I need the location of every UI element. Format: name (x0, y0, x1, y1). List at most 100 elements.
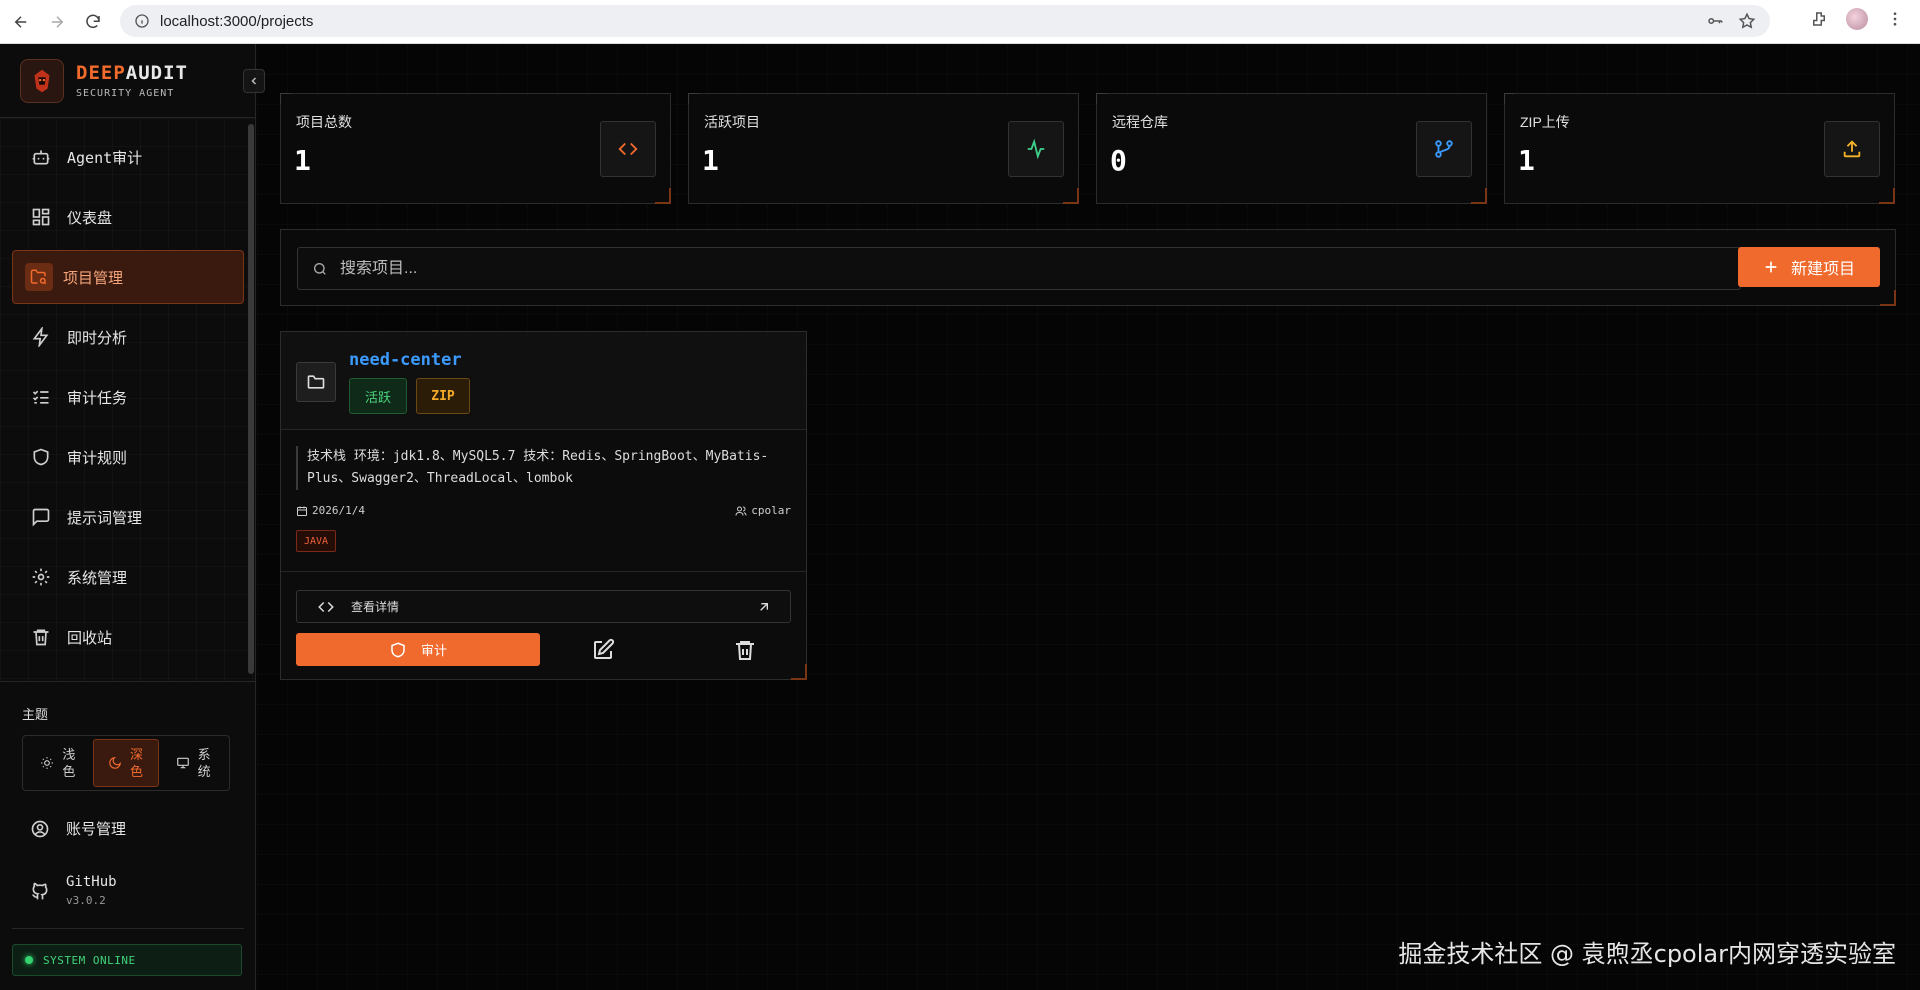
sidebar-item-audit-rules[interactable]: 审计规则 (12, 430, 244, 484)
stat-card-zip-uploads: ZIP上传 1 (1504, 93, 1895, 204)
extensions-icon[interactable] (1810, 10, 1828, 28)
folder-search-icon (30, 269, 47, 285)
stat-label: ZIP上传 (1520, 114, 1570, 130)
moon-icon (109, 756, 122, 769)
version-label: v3.0.2 (66, 894, 106, 907)
watermark-text: 掘金技术社区 @ 袁煦丞cpolar内网穿透实验室 (1398, 940, 1896, 968)
source-badge: ZIP (416, 378, 470, 414)
browser-toolbar: localhost:3000/projects (0, 0, 1920, 44)
audit-button[interactable]: 审计 (296, 633, 540, 666)
sidebar-item-label: 审计任务 (67, 388, 128, 407)
project-card-header: need-center 活跃 ZIP (281, 332, 806, 430)
address-bar[interactable]: localhost:3000/projects (120, 5, 1770, 37)
git-branch-icon (1435, 140, 1453, 158)
folder-search-icon-box (25, 263, 53, 291)
stat-icon-box (600, 121, 656, 177)
sidebar-item-projects[interactable]: 项目管理 (12, 250, 244, 304)
reload-button[interactable] (78, 7, 108, 37)
upload-icon (1843, 140, 1861, 158)
sidebar-item-instant-analysis[interactable]: 即时分析 (12, 310, 244, 364)
zap-icon (32, 327, 49, 347)
sidebar-item-label: 项目管理 (63, 268, 124, 287)
sidebar-item-label: Agent审计 (67, 148, 143, 167)
users-icon (735, 506, 747, 516)
account-label: 账号管理 (66, 820, 127, 838)
sun-icon (41, 757, 54, 769)
sidebar-item-audit-tasks[interactable]: 审计任务 (12, 370, 244, 424)
shield-icon (391, 641, 405, 658)
stat-icon-box (1824, 121, 1880, 177)
search-input[interactable] (340, 259, 1720, 278)
sidebar-item-label: 审计规则 (67, 448, 128, 467)
calendar-icon (297, 506, 307, 516)
project-name[interactable]: need-center (349, 350, 462, 370)
stat-card-active-projects: 活跃项目 1 (688, 93, 1079, 204)
theme-option-light[interactable]: 浅色 (26, 739, 91, 787)
account-management-link[interactable]: 账号管理 (30, 818, 126, 839)
brand-header: DEEPAUDIT SECURITY AGENT (0, 44, 265, 118)
sidebar-item-dashboard[interactable]: 仪表盘 (12, 190, 244, 244)
sidebar-item-recycle-bin[interactable]: 回收站 (12, 610, 244, 664)
search-panel: 新建项目 (280, 229, 1896, 306)
system-status-text: SYSTEM ONLINE (43, 953, 136, 967)
search-box[interactable] (297, 247, 1741, 290)
sidebar-item-system[interactable]: 系统管理 (12, 550, 244, 604)
project-folder-icon-box (296, 362, 336, 402)
arrow-right-icon (51, 15, 64, 28)
stat-icon-box (1008, 121, 1064, 177)
monitor-icon (176, 757, 189, 769)
info-icon (135, 14, 149, 28)
theme-option-dark[interactable]: 深色 (92, 739, 160, 787)
forward-button[interactable] (42, 7, 72, 37)
back-button[interactable] (6, 7, 36, 37)
stat-label: 项目总数 (296, 114, 352, 130)
new-project-label: 新建项目 (1790, 261, 1855, 278)
search-icon (314, 262, 326, 275)
stat-value: 1 (702, 144, 719, 177)
sidebar-item-label: 系统管理 (67, 568, 128, 587)
sidebar-item-agent-audit[interactable]: Agent审计 (12, 130, 244, 184)
github-label: GitHub (66, 874, 117, 890)
stat-icon-box (1416, 121, 1472, 177)
app-logo (20, 58, 64, 103)
theme-option-label: 深色 (130, 747, 144, 779)
code-icon (318, 601, 334, 612)
message-square-icon (32, 508, 50, 527)
sidebar-scrollbar[interactable] (248, 124, 254, 674)
brand-name: DEEPAUDIT (76, 62, 188, 84)
theme-title: 主题 (22, 707, 49, 722)
theme-option-label: 浅色 (62, 747, 76, 779)
theme-section: 主题 浅色 深色 系统 (0, 704, 256, 791)
audit-label: 审计 (420, 643, 447, 658)
star-icon[interactable] (1738, 12, 1756, 30)
theme-option-label: 系统 (197, 747, 211, 779)
sidebar-nav: Agent审计 仪表盘 项目管理 即时分析 审计任务 审计规则 提示词管理 系统… (0, 118, 256, 682)
more-icon[interactable] (1886, 10, 1904, 28)
system-status-badge: SYSTEM ONLINE (12, 944, 242, 976)
new-project-button[interactable]: 新建项目 (1738, 247, 1880, 287)
status-badge: 活跃 (349, 378, 407, 414)
project-description: 技术栈 环境：jdk1.8、MySQL5.7 技术：Redis、SpringBo… (296, 446, 796, 490)
language-tag: JAVA (296, 530, 336, 552)
theme-option-system[interactable]: 系统 (161, 739, 226, 787)
view-details-label: 查看详情 (351, 600, 400, 614)
dashboard-icon (32, 208, 50, 226)
stat-value: 1 (294, 144, 311, 177)
bot-icon (32, 150, 50, 165)
view-details-button[interactable]: 查看详情 (296, 590, 791, 623)
trash-icon[interactable] (733, 638, 757, 662)
stat-label: 活跃项目 (704, 114, 760, 130)
sidebar-divider (12, 928, 244, 929)
sidebar-item-label: 提示词管理 (67, 508, 143, 527)
key-icon[interactable] (1706, 12, 1724, 30)
profile-avatar[interactable] (1846, 8, 1868, 30)
stat-label: 远程仓库 (1112, 114, 1168, 130)
edit-icon[interactable] (591, 638, 615, 662)
arrow-up-right-icon (760, 603, 768, 611)
github-link[interactable]: GitHub v3.0.2 (30, 874, 117, 907)
theme-switcher: 浅色 深色 系统 (22, 735, 230, 791)
sidebar-item-label: 回收站 (67, 628, 113, 647)
stat-card-remote-repos: 远程仓库 0 (1096, 93, 1487, 204)
arrow-left-icon (14, 15, 27, 28)
sidebar-item-prompts[interactable]: 提示词管理 (12, 490, 244, 544)
